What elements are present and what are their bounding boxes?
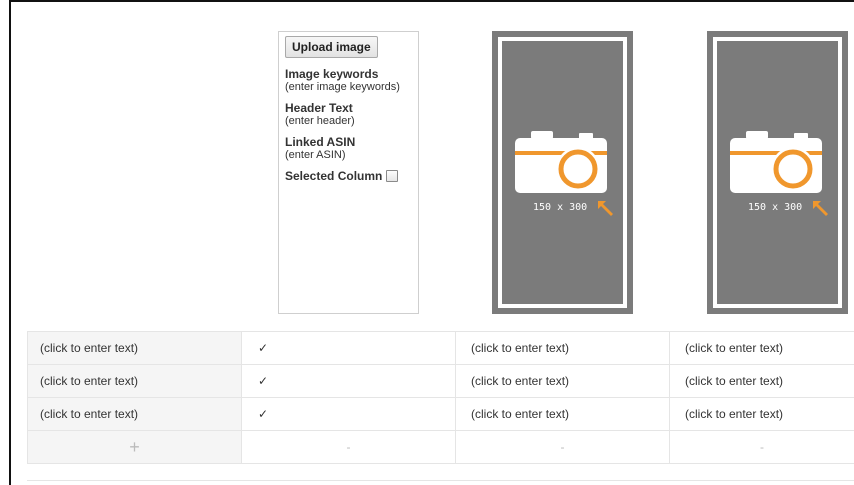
header-text-title: Header Text bbox=[285, 101, 353, 115]
placeholder-size-label: 150 x 300 bbox=[748, 202, 803, 213]
table-controls-row: + - - - bbox=[27, 430, 854, 464]
upload-image-button[interactable]: Upload image bbox=[285, 36, 378, 58]
table-row: (click to enter text) ✓ (click to enter … bbox=[27, 331, 854, 365]
placeholder-size-label: 150 x 300 bbox=[533, 202, 588, 213]
selected-column-checkbox[interactable] bbox=[386, 170, 399, 182]
column-editor: Upload image Image keywords (enter image… bbox=[278, 31, 419, 314]
linked-asin-title: Linked ASIN bbox=[285, 135, 356, 149]
table-row: (click to enter text) ✓ (click to enter … bbox=[27, 397, 854, 431]
image-placeholder-2[interactable]: 150 x 300 bbox=[707, 31, 848, 314]
selected-column-label: Selected Column bbox=[285, 169, 383, 183]
image-keywords-title: Image keywords bbox=[285, 67, 379, 81]
table-cell[interactable]: (click to enter text) bbox=[455, 331, 670, 365]
header-text-field[interactable]: (enter header) bbox=[285, 115, 412, 128]
remove-column-button[interactable]: - bbox=[241, 430, 456, 464]
checkmark-cell[interactable]: ✓ bbox=[241, 331, 456, 365]
image-keywords-field[interactable]: (enter image keywords) bbox=[285, 81, 412, 94]
camera-icon bbox=[515, 131, 607, 193]
remove-column-button[interactable]: - bbox=[669, 430, 854, 464]
table-cell[interactable]: (click to enter text) bbox=[455, 397, 670, 431]
table-cell[interactable]: (click to enter text) bbox=[669, 331, 854, 365]
add-row-button[interactable]: + bbox=[27, 430, 242, 464]
comparison-table: (click to enter text) ✓ (click to enter … bbox=[27, 331, 854, 464]
divider bbox=[27, 480, 854, 481]
remove-column-button[interactable]: - bbox=[455, 430, 670, 464]
image-placeholder-1[interactable]: 150 x 300 bbox=[492, 31, 633, 314]
table-cell[interactable]: (click to enter text) bbox=[669, 397, 854, 431]
table-cell[interactable]: (click to enter text) bbox=[455, 364, 670, 398]
row-label-cell[interactable]: (click to enter text) bbox=[27, 364, 242, 398]
row-label-cell[interactable]: (click to enter text) bbox=[27, 331, 242, 365]
linked-asin-field[interactable]: (enter ASIN) bbox=[285, 149, 412, 162]
resize-arrow-icon bbox=[598, 201, 613, 216]
selected-column-row: Selected Column bbox=[285, 169, 412, 183]
checkmark-cell[interactable]: ✓ bbox=[241, 397, 456, 431]
camera-icon bbox=[730, 131, 822, 193]
resize-arrow-icon bbox=[813, 201, 828, 216]
checkmark-cell[interactable]: ✓ bbox=[241, 364, 456, 398]
table-row: (click to enter text) ✓ (click to enter … bbox=[27, 364, 854, 398]
row-label-cell[interactable]: (click to enter text) bbox=[27, 397, 242, 431]
table-cell[interactable]: (click to enter text) bbox=[669, 364, 854, 398]
